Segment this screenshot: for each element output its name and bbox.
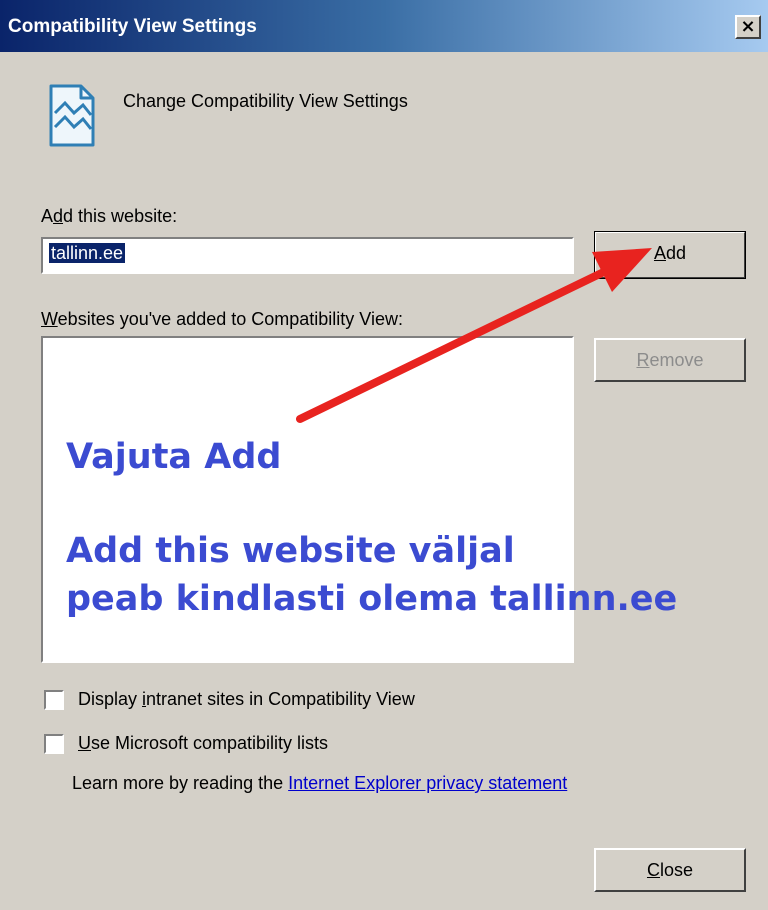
annotation-line-3: peab kindlasti olema tallinn.ee [66,579,678,619]
annotation-line-1: Vajuta Add [66,437,282,477]
intranet-label: Display intranet sites in Compatibility … [78,689,415,709]
sites-list-label: Websites you've added to Compatibility V… [41,309,403,329]
learn-more-text: Learn more by reading the Internet Explo… [72,773,568,793]
privacy-statement-link[interactable]: Internet Explorer privacy statement [288,773,567,793]
annotation-line-2: Add this website väljal [66,531,515,571]
add-website-input[interactable]: tallinn.ee [41,237,574,274]
ms-lists-checkbox[interactable] [44,734,64,754]
close-button[interactable]: Close [594,848,746,892]
remove-button[interactable]: Remove [594,338,746,382]
window-title: Compatibility View Settings [8,16,257,37]
add-website-value: tallinn.ee [49,243,126,263]
window-close-button[interactable]: × [735,15,761,39]
title-bar: Compatibility View Settings × [0,0,768,52]
compatibility-view-icon [49,84,95,147]
add-button[interactable]: Add [594,231,746,279]
intranet-checkbox[interactable] [44,690,64,710]
header-text: Change Compatibility View Settings [123,91,408,111]
add-website-label: Add this website: [41,206,178,226]
ms-lists-label: Use Microsoft compatibility lists [78,733,329,753]
